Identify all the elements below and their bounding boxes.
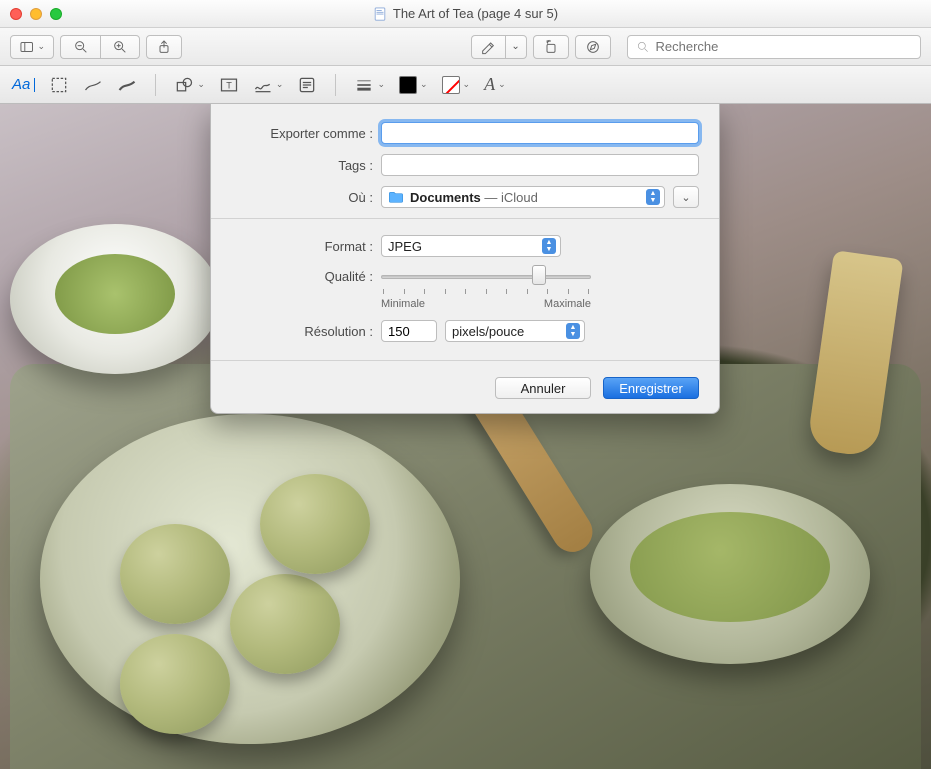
format-value: JPEG [388,239,422,254]
selection-tool-button[interactable] [49,75,69,95]
quality-label: Qualité : [231,267,381,284]
share-icon [156,39,172,55]
lines-icon [354,75,374,95]
shapes-icon [174,75,194,95]
tags-label: Tags : [231,158,381,173]
quality-max-label: Maximale [544,298,591,310]
where-location-select[interactable]: Documents — iCloud ▲▼ [381,186,665,208]
fill-color-button[interactable]: ⌄ [442,76,471,94]
chevron-down-icon: ⌄ [681,191,690,204]
zoom-in-icon [112,39,128,55]
cancel-button[interactable]: Annuler [495,377,591,399]
export-dialog: Exporter comme : Tags : Où : Documents —… [210,104,720,414]
markup-icon [585,39,601,55]
highlight-button[interactable] [471,35,505,59]
quality-slider[interactable] [381,267,591,287]
document-viewport[interactable]: Exporter comme : Tags : Où : Documents —… [0,104,931,769]
search-input[interactable] [656,39,913,54]
select-stepper-icon: ▲▼ [646,189,660,205]
resolution-unit-select[interactable]: pixels/pouce ▲▼ [445,320,585,342]
zoom-out-icon [73,39,89,55]
sidebar-toggle-button[interactable]: ⌄ [10,35,54,59]
select-stepper-icon: ▲▼ [566,323,580,339]
search-field[interactable] [627,35,922,59]
document-icon [373,7,387,21]
resolution-input[interactable] [381,320,437,342]
resolution-unit-value: pixels/pouce [452,324,524,339]
text-style-button[interactable]: Aa [12,76,35,93]
share-button[interactable] [146,35,182,59]
resolution-label: Résolution : [231,324,381,339]
quality-min-label: Minimale [381,298,425,310]
tags-input[interactable] [381,154,699,176]
toolbar-separator [155,74,156,96]
text-box-icon: T [219,75,239,95]
markup-toggle-button[interactable] [575,35,611,59]
svg-text:T: T [226,80,232,90]
signature-icon [253,75,273,95]
text-box-button[interactable]: T [219,75,239,95]
font-style-button[interactable]: A ⌄ [484,74,506,95]
line-weight-button[interactable]: ⌄ [354,75,385,95]
note-icon [297,75,317,95]
slider-thumb[interactable] [532,265,546,285]
border-color-button[interactable]: ⌄ [399,76,428,94]
format-label: Format : [231,239,381,254]
expand-location-button[interactable]: ⌄ [673,186,699,208]
text-style-label: Aa [12,76,30,93]
slider-ticks [381,289,591,294]
zoom-out-button[interactable] [60,35,100,59]
select-stepper-icon: ▲▼ [542,238,556,254]
font-icon: A [484,74,495,95]
sketch-icon [83,75,103,95]
zoom-in-button[interactable] [100,35,140,59]
shapes-button[interactable]: ⌄ [174,75,205,95]
dialog-separator [211,360,719,361]
where-suffix: — iCloud [481,190,538,205]
format-select[interactable]: JPEG ▲▼ [381,235,561,257]
window-titlebar: The Art of Tea (page 4 sur 5) [0,0,931,28]
sketch-tool-button[interactable] [83,75,103,95]
rotate-icon [543,39,559,55]
main-toolbar: ⌄ ⌄ [0,28,931,66]
folder-icon [388,190,404,204]
draw-icon [117,75,137,95]
where-folder-name: Documents [410,190,481,205]
highlight-menu-button[interactable]: ⌄ [505,35,527,59]
selection-icon [49,75,69,95]
where-label: Où : [231,190,381,205]
markup-toolbar: Aa ⌄ T ⌄ ⌄ ⌄ ⌄ A ⌄ [0,66,931,104]
highlight-icon [480,39,496,55]
sidebar-icon [19,39,34,55]
note-button[interactable] [297,75,317,95]
sign-button[interactable]: ⌄ [253,75,284,95]
window-title: The Art of Tea (page 4 sur 5) [0,6,931,21]
window-title-text: The Art of Tea (page 4 sur 5) [393,6,558,21]
export-as-label: Exporter comme : [231,126,381,141]
search-icon [636,40,650,54]
toolbar-separator [335,74,336,96]
rotate-button[interactable] [533,35,569,59]
save-button[interactable]: Enregistrer [603,377,699,399]
no-fill-swatch-icon [442,76,460,94]
export-filename-input[interactable] [381,122,699,144]
draw-tool-button[interactable] [117,75,137,95]
dialog-separator [211,218,719,219]
black-swatch-icon [399,76,417,94]
